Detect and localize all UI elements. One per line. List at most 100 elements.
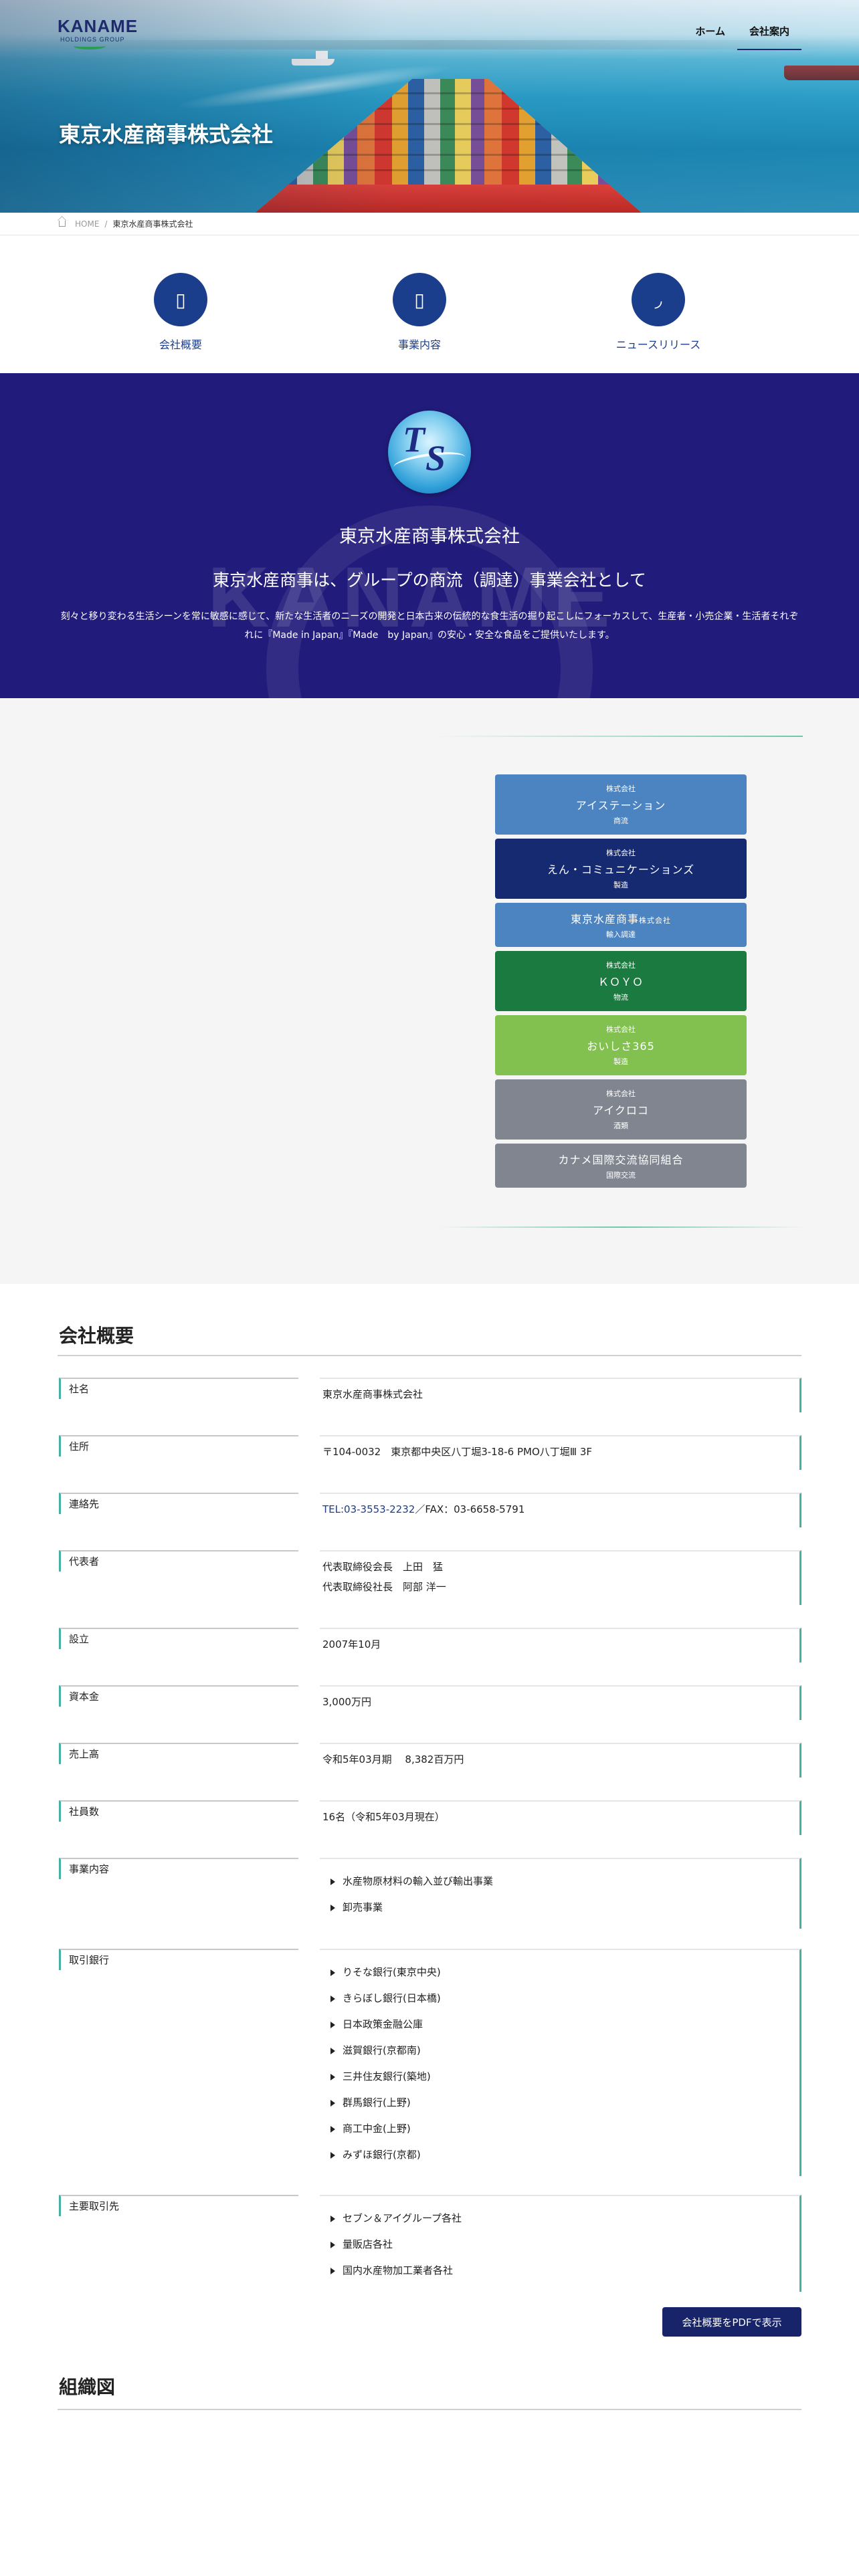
company-name: ＫＯＹＯ [597, 976, 644, 988]
ts-logo-icon: T S [388, 411, 471, 494]
company-category: 酒類 [613, 1121, 628, 1130]
org-chart-rule [58, 2409, 801, 2410]
group-company-oishisa365[interactable]: 株式会社 おいしさ365 製造 [495, 1015, 747, 1075]
company-category: 輸入調達 [606, 930, 636, 939]
intro-description: 刻々と移り変わる生活シーンを常に敏感に感じて、新たな生活者のニーズの開発と日本古… [60, 611, 799, 641]
row-value: 3,000万円 [320, 1685, 801, 1720]
section-nav-label: ニュースリリース [615, 338, 701, 351]
building-icon: ▯ [154, 273, 207, 326]
breadcrumb-current: 東京水産商事株式会社 [112, 219, 193, 229]
bank-list: りそな銀行(東京中央) きらぼし銀行(日本橋) 日本政策金融公庫 滋賀銀行(京都… [322, 1955, 799, 2168]
list-item: 日本政策金融公庫 [322, 2012, 799, 2038]
overview-rule [58, 1355, 801, 1356]
section-nav-overview[interactable]: ▯ 会社概要 [120, 273, 241, 373]
group-companies: 株式会社 アイステーション 商流 株式会社 えん・コミュニケーションズ 製造 東… [0, 698, 859, 1284]
list-item: セブン＆アイグループ各社 [322, 2206, 799, 2232]
row-label: 連絡先 [59, 1493, 298, 1514]
divider-line [439, 1226, 805, 1228]
megaphone-icon: ◞ [632, 273, 685, 326]
representative-chairman: 代表取締役会長 上田 猛 [322, 1561, 444, 1573]
group-company-en-communications[interactable]: 株式会社 えん・コミュニケーションズ 製造 [495, 839, 747, 899]
company-name: カナメ国際交流協同組合 [558, 1154, 684, 1166]
logo-wordmark: KANAME [58, 16, 138, 36]
intro-tagline: 東京水産商事は、グループの商流（調達）事業会社として [213, 570, 646, 590]
group-company-kaname-cooperative[interactable]: カナメ国際交流協同組合 国際交流 [495, 1144, 747, 1188]
nav-company[interactable]: 会社案内 [737, 24, 801, 50]
row-label: 取引銀行 [59, 1949, 298, 1970]
page-title: 東京水産商事株式会社 [59, 122, 274, 147]
list-item: 群馬銀行(上野) [322, 2090, 799, 2116]
fax-number: ／FAX：03-6658-5791 [415, 1503, 525, 1515]
company-prefix: 株式会社 [606, 849, 636, 857]
row-value: 水産物原材料の輸入並び輸出事業 卸売事業 [320, 1858, 801, 1929]
row-label: 代表者 [59, 1550, 298, 1572]
row-value: TEL:03-3553-2232／FAX：03-6658-5791 [320, 1493, 801, 1527]
row-value: セブン＆アイグループ各社 量販店各社 国内水産物加工業者各社 [320, 2195, 801, 2292]
row-value: 令和5年03月期 8,382百万円 [320, 1743, 801, 1778]
company-prefix: 株式会社 [606, 1025, 636, 1034]
document-icon: ▯ [393, 273, 446, 326]
row-label: 設立 [59, 1628, 298, 1649]
home-icon [59, 221, 66, 227]
list-item: きらぼし銀行(日本橋) [322, 1985, 799, 2012]
company-prefix: 株式会社 [606, 961, 636, 970]
row-label: 社員数 [59, 1800, 298, 1822]
row-label: 主要取引先 [59, 2195, 298, 2216]
company-name: おいしさ365 [587, 1040, 655, 1053]
breadcrumb-separator: / [104, 219, 108, 229]
row-label: 売上高 [59, 1743, 298, 1764]
section-nav-label: 会社概要 [159, 338, 202, 351]
divider-line [435, 736, 803, 737]
overview-title: 会社概要 [59, 1325, 134, 1347]
company-suffix: 株式会社 [639, 916, 671, 925]
list-item: みずほ銀行(京都) [322, 2142, 799, 2168]
group-company-icroco[interactable]: 株式会社 アイクロコ 酒類 [495, 1079, 747, 1140]
company-category: 国際交流 [606, 1171, 636, 1180]
list-item: 水産物原材料の輸入並び輸出事業 [322, 1868, 799, 1895]
nav-home[interactable]: ホーム [683, 24, 737, 50]
row-label: 社名 [59, 1378, 298, 1399]
logo-subtext: HOLDINGS GROUP [60, 36, 125, 43]
overview-pdf-button[interactable]: 会社概要をPDFで表示 [662, 2307, 801, 2337]
company-intro: KANAME T S 東京水産商事株式会社 東京水産商事は、グループの商流（調達… [0, 373, 859, 698]
row-value: 代表取締役会長 上田 猛 代表取締役社長 阿部 洋一 [320, 1550, 801, 1605]
section-nav-news[interactable]: ◞ ニュースリリース [598, 273, 719, 373]
kaname-logo[interactable]: KANAME HOLDINGS GROUP [58, 13, 137, 49]
row-value: 16名（令和5年03月現在） [320, 1800, 801, 1835]
company-name: アイステーション [575, 799, 666, 812]
list-item: 三井住友銀行(築地) [322, 2064, 799, 2090]
representative-president: 代表取締役社長 阿部 洋一 [322, 1581, 446, 1593]
client-list: セブン＆アイグループ各社 量販店各社 国内水産物加工業者各社 [322, 2202, 799, 2284]
group-company-koyo[interactable]: 株式会社 ＫＯＹＯ 物流 [495, 951, 747, 1011]
row-label: 事業内容 [59, 1858, 298, 1879]
breadcrumb: HOME / 東京水産商事株式会社 [0, 213, 859, 235]
group-company-istation[interactable]: 株式会社 アイステーション 商流 [495, 774, 747, 835]
list-item: 商工中金(上野) [322, 2116, 799, 2142]
phone-link[interactable]: TEL:03-3553-2232 [322, 1503, 415, 1515]
list-item: りそな銀行(東京中央) [322, 1959, 799, 1985]
company-prefix: 株式会社 [606, 1089, 636, 1098]
company-name: 東京水産商事株式会社 [570, 913, 671, 926]
group-company-list: 株式会社 アイステーション 商流 株式会社 えん・コミュニケーションズ 製造 東… [495, 774, 747, 1188]
company-name: えん・コミュニケーションズ [547, 863, 695, 876]
row-label: 資本金 [59, 1685, 298, 1707]
logo-swoosh-icon [74, 43, 106, 49]
business-list: 水産物原材料の輸入並び輸出事業 卸売事業 [322, 1864, 799, 1921]
group-company-tokyo-suisan[interactable]: 東京水産商事株式会社 輸入調達 [495, 903, 747, 947]
org-chart-title: 組織図 [59, 2376, 116, 2398]
company-category: 製造 [613, 1057, 628, 1066]
row-value: りそな銀行(東京中央) きらぼし銀行(日本橋) 日本政策金融公庫 滋賀銀行(京都… [320, 1949, 801, 2176]
row-label: 住所 [59, 1435, 298, 1457]
company-category: 物流 [613, 993, 628, 1002]
list-item: 量販店各社 [322, 2232, 799, 2258]
logo-letter-t: T [403, 419, 425, 459]
list-item: 国内水産物加工業者各社 [322, 2258, 799, 2284]
company-name: アイクロコ [593, 1104, 649, 1117]
section-nav-business[interactable]: ▯ 事業内容 [359, 273, 480, 373]
row-value: 2007年10月 [320, 1628, 801, 1662]
section-nav-label: 事業内容 [397, 338, 441, 351]
breadcrumb-home[interactable]: HOME [75, 219, 99, 229]
intro-company-name: 東京水産商事株式会社 [339, 526, 520, 547]
company-prefix: 株式会社 [606, 784, 636, 793]
row-value: 東京水産商事株式会社 [320, 1378, 801, 1412]
